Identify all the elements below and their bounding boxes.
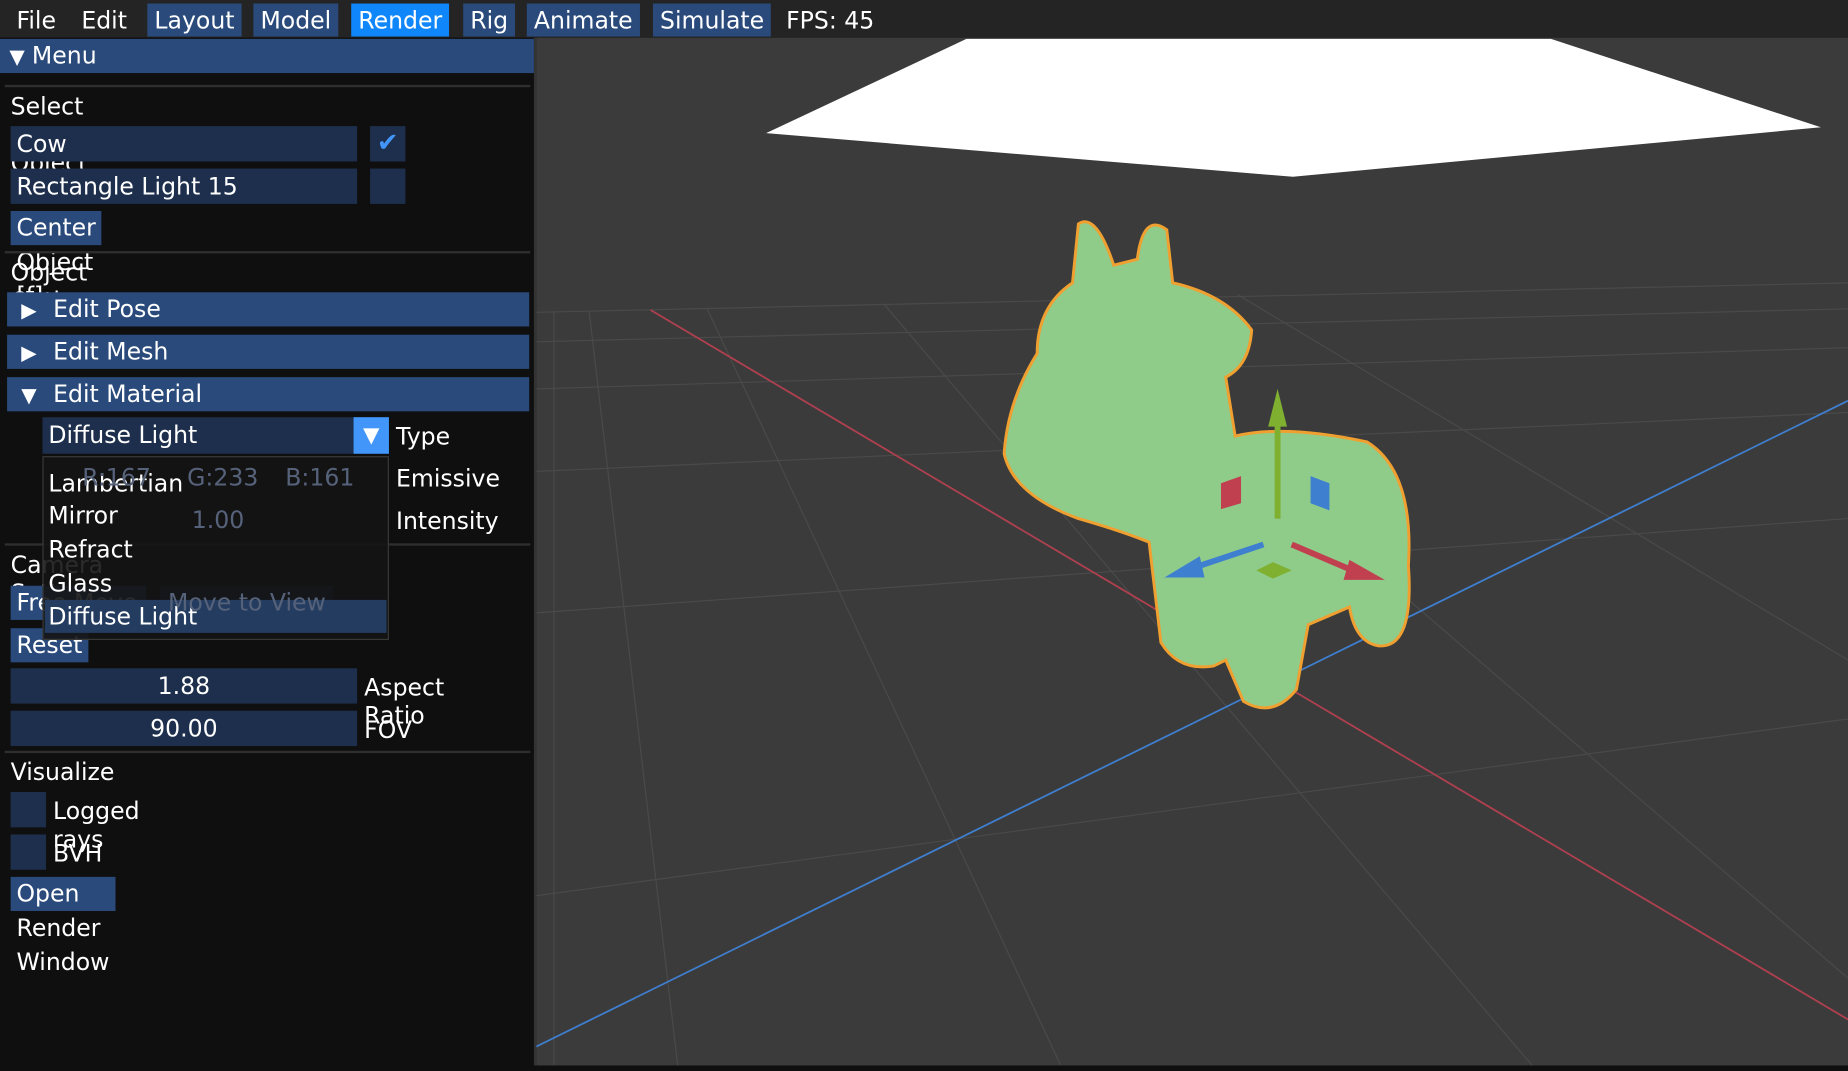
material-type-dropdown[interactable]: Diffuse Light <box>42 417 389 454</box>
visualize-heading: Visualize <box>10 757 115 787</box>
cow-mesh <box>1002 220 1411 710</box>
tab-layout[interactable]: Layout <box>147 3 242 37</box>
menu-file[interactable]: File <box>9 4 63 37</box>
menu-edit[interactable]: Edit <box>74 4 134 37</box>
material-type-list: Lambertian Mirror Refract Glass Diffuse … <box>42 456 389 640</box>
fov-label: FOV <box>364 715 413 744</box>
tab-render[interactable]: Render <box>351 3 450 37</box>
section-edit-pose[interactable]: ▶ Edit Pose <box>7 292 530 327</box>
logged-rays-checkbox[interactable] <box>10 791 46 828</box>
cow-checkbox[interactable]: ✔ <box>370 126 406 162</box>
menu-header[interactable]: ▼ Menu <box>0 38 534 74</box>
option-glass[interactable]: Glass <box>48 569 112 597</box>
section-edit-material[interactable]: ▼ Edit Material <box>7 377 530 412</box>
divider <box>4 750 531 754</box>
dropdown-value: Diffuse Light <box>48 420 198 450</box>
divider <box>4 84 531 88</box>
expand-triangle-icon: ▶ <box>21 341 37 366</box>
scene-canvas <box>535 38 1848 1066</box>
tab-rig[interactable]: Rig <box>463 3 516 37</box>
tab-simulate[interactable]: Simulate <box>652 3 772 37</box>
center-object-button[interactable]: Center Object [f] <box>10 210 102 310</box>
tab-model[interactable]: Model <box>253 3 339 37</box>
section-label: Edit Pose <box>53 294 161 323</box>
tab-animate[interactable]: Animate <box>526 3 640 37</box>
3d-viewport[interactable] <box>535 37 1848 1066</box>
menu-bar: File Edit Layout Model Render Rig Animat… <box>0 0 1848 38</box>
section-label: Edit Mesh <box>53 337 169 366</box>
option-refract[interactable]: Refract <box>48 535 132 563</box>
section-edit-mesh[interactable]: ▶ Edit Mesh <box>7 334 530 369</box>
dropdown-arrow-button[interactable]: ▼ <box>353 417 389 454</box>
intensity-label: Intensity <box>395 506 499 536</box>
object-item-rectangle-light[interactable]: Rectangle Light 15 <box>10 168 358 204</box>
open-render-window-button[interactable]: Open Render Window <box>10 876 116 976</box>
bvh-label: BVH <box>53 839 103 868</box>
type-label: Type <box>395 421 451 451</box>
menu-title: Menu <box>31 41 97 70</box>
collapse-triangle-icon: ▼ <box>9 45 25 70</box>
section-label: Edit Material <box>53 379 203 408</box>
bvh-checkbox[interactable] <box>10 834 46 870</box>
option-mirror[interactable]: Mirror <box>48 501 117 529</box>
option-diffuse-light[interactable]: Diffuse Light <box>44 599 387 633</box>
option-lambertian[interactable]: Lambertian <box>48 469 183 497</box>
divider <box>4 251 531 254</box>
y-arrow-icon <box>1268 388 1287 427</box>
aspect-ratio-field[interactable]: 1.88 <box>10 668 358 704</box>
fov-field[interactable]: 90.00 <box>10 710 358 747</box>
rectangle-light-checkbox[interactable] <box>370 168 406 204</box>
object-item-cow[interactable]: Cow <box>10 126 358 162</box>
fps-counter: FPS: 45 <box>786 5 875 35</box>
rectangle-light <box>766 38 1821 177</box>
emissive-label: Emissive <box>395 464 500 493</box>
collapse-triangle-icon: ▼ <box>21 384 37 408</box>
expand-triangle-icon: ▶ <box>21 299 37 323</box>
checkmark-icon: ✔ <box>376 128 399 158</box>
chevron-down-icon: ▼ <box>363 423 380 448</box>
